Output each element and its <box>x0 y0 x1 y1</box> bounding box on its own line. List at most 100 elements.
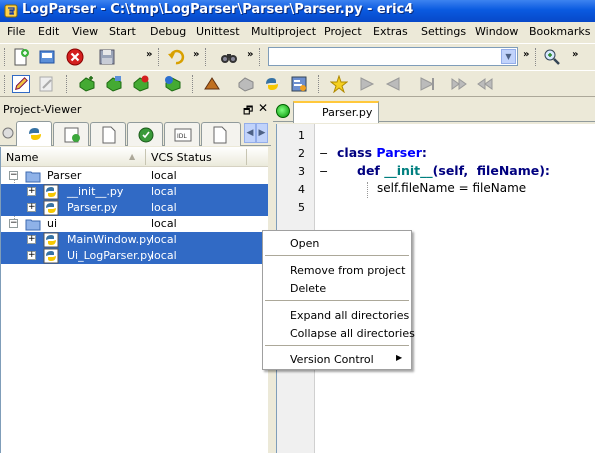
close-icon[interactable]: ✕ <box>258 101 268 115</box>
code-line-3: def __init__(self, fileName): <box>357 163 550 178</box>
toolbar-grip[interactable] <box>318 75 321 93</box>
edit-pencil-icon[interactable] <box>12 75 30 93</box>
tree-row-vcs: local <box>151 249 177 262</box>
project-close-icon[interactable] <box>132 75 150 93</box>
collapse-toggle[interactable]: − <box>9 219 18 228</box>
save-icon[interactable] <box>98 48 116 66</box>
toolbar-overflow-2[interactable]: » <box>193 49 199 60</box>
python-icon[interactable] <box>263 75 281 93</box>
menu-item-collapse-all[interactable]: Collapse all directories <box>290 327 415 340</box>
menu-settings[interactable]: Settings <box>421 25 466 38</box>
fold-marker-icon[interactable]: − <box>319 165 328 178</box>
menu-item-expand-all[interactable]: Expand all directories <box>290 309 409 322</box>
toolbar-overflow-1[interactable]: » <box>146 49 152 60</box>
toolbar-grip[interactable] <box>259 48 262 66</box>
column-divider[interactable] <box>145 149 146 165</box>
expand-toggle[interactable]: + <box>27 235 36 244</box>
menu-unittest[interactable]: Unittest <box>196 25 240 38</box>
binoculars-icon[interactable] <box>220 48 238 66</box>
close-file-icon[interactable] <box>66 48 84 66</box>
project-props-icon[interactable] <box>237 75 255 93</box>
menu-bookmarks[interactable]: Bookmarks <box>529 25 590 38</box>
edit-disabled-icon[interactable] <box>38 75 56 93</box>
column-divider[interactable] <box>246 149 247 165</box>
menu-extras[interactable]: Extras <box>373 25 408 38</box>
expand-toggle[interactable]: + <box>27 187 36 196</box>
tab-others[interactable] <box>201 122 241 146</box>
menu-item-delete[interactable]: Delete <box>290 282 326 295</box>
menu-separator <box>265 300 409 301</box>
toolbar-grip[interactable] <box>4 48 7 66</box>
search-combo[interactable]: ▼ <box>268 47 518 66</box>
debug-hat-icon[interactable] <box>203 75 221 93</box>
tree-row[interactable]: + Ui_LogParser.py local <box>1 248 268 264</box>
tree-row[interactable]: + MainWindow.py local <box>1 232 268 248</box>
tab-parser-py[interactable]: Parser.py <box>293 101 379 123</box>
expand-toggle[interactable]: + <box>27 203 36 212</box>
tree-row[interactable]: − ui local <box>1 216 268 232</box>
toolbar-grip[interactable] <box>4 75 7 93</box>
zoom-icon[interactable] <box>543 48 561 66</box>
column-vcs-status[interactable]: VCS Status <box>151 151 212 164</box>
menu-window[interactable]: Window <box>475 25 518 38</box>
python-file-icon <box>43 200 59 216</box>
project-list-icon[interactable] <box>290 75 308 93</box>
tree-column-header: Name ▲ VCS Status <box>1 147 268 167</box>
toolbar-grip[interactable] <box>66 75 69 93</box>
menu-start[interactable]: Start <box>109 25 136 38</box>
document-icon <box>213 126 227 144</box>
menu-multiproject[interactable]: Multiproject <box>251 25 316 38</box>
new-file-icon[interactable] <box>12 48 30 66</box>
tab-interfaces[interactable]: IDL <box>164 122 200 146</box>
tab-forms[interactable] <box>53 122 89 146</box>
toolbar-overflow-4[interactable]: » <box>523 49 529 60</box>
submenu-arrow-icon: ▶ <box>396 353 403 362</box>
code-keyword: def <box>357 163 385 178</box>
tab-sources[interactable] <box>16 121 52 146</box>
prev-bookmark-icon[interactable] <box>384 75 402 93</box>
tree-row[interactable]: + Parser.py local <box>1 200 268 216</box>
column-name[interactable]: Name <box>6 151 38 164</box>
menu-item-open[interactable]: Open <box>290 237 319 250</box>
toolbar-grip[interactable] <box>158 48 161 66</box>
tree-row-vcs: local <box>151 233 177 246</box>
next-bookmark-icon[interactable] <box>358 75 376 93</box>
menu-item-remove-from-project[interactable]: Remove from project <box>290 264 405 277</box>
forms-icon <box>64 127 80 143</box>
tree-row[interactable]: + __init__.py local <box>1 184 268 200</box>
toolbar-grip[interactable] <box>192 75 195 93</box>
open-file-icon[interactable] <box>38 48 56 66</box>
toolbar-overflow-3[interactable]: » <box>247 49 253 60</box>
menu-item-version-control[interactable]: Version Control <box>290 353 374 366</box>
undo-icon[interactable] <box>167 48 185 66</box>
next-task-icon[interactable] <box>450 75 468 93</box>
menu-file[interactable]: File <box>7 25 25 38</box>
goto-bookmark-icon[interactable] <box>418 75 436 93</box>
chevron-left-icon[interactable]: ◀ <box>244 123 256 143</box>
tab-resources[interactable] <box>127 122 163 146</box>
menu-project[interactable]: Project <box>324 25 362 38</box>
eric-app-icon <box>4 4 18 18</box>
code-keyword: class <box>337 145 377 160</box>
toolbar-grip[interactable] <box>205 48 208 66</box>
toolbar-grip[interactable] <box>535 48 538 66</box>
project-new-icon[interactable] <box>78 75 96 93</box>
project-save-icon[interactable] <box>164 75 182 93</box>
bookmark-star-icon[interactable] <box>330 75 348 93</box>
fold-marker-icon[interactable]: − <box>319 147 328 160</box>
chevron-down-icon[interactable]: ▼ <box>501 49 516 64</box>
status-led-icon <box>2 127 14 139</box>
collapse-toggle[interactable]: − <box>9 171 18 180</box>
menu-view[interactable]: View <box>72 25 98 38</box>
tree-row-name: ui <box>47 217 58 230</box>
chevron-right-icon[interactable]: ▶ <box>256 123 268 143</box>
expand-toggle[interactable]: + <box>27 251 36 260</box>
project-open-icon[interactable] <box>105 75 123 93</box>
toolbar-overflow-5[interactable]: » <box>572 49 578 60</box>
tab-translations[interactable] <box>90 122 126 146</box>
python-file-icon <box>43 184 59 200</box>
menu-edit[interactable]: Edit <box>38 25 59 38</box>
menu-debug[interactable]: Debug <box>150 25 186 38</box>
prev-task-icon[interactable] <box>476 75 494 93</box>
tree-row[interactable]: − Parser local <box>1 168 268 184</box>
